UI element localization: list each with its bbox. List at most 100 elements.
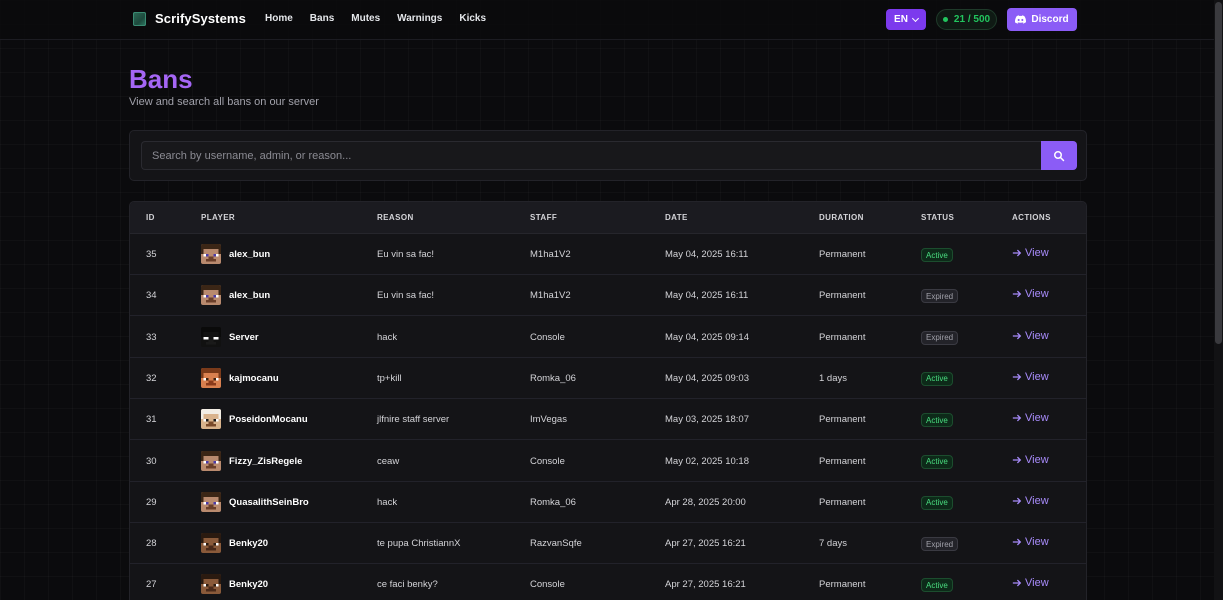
row-player[interactable]: alex_bun xyxy=(229,290,270,301)
status-badge: Active xyxy=(921,578,953,593)
view-link[interactable]: View xyxy=(1012,371,1049,383)
row-player[interactable]: PoseidonMocanu xyxy=(229,414,308,425)
arrow-right-icon xyxy=(1012,456,1022,463)
row-player[interactable]: Server xyxy=(229,332,259,343)
table-row: 27 Benky20 ce faci benky? Console Apr 27… xyxy=(130,564,1086,600)
row-reason: hack xyxy=(377,496,398,508)
player-avatar xyxy=(201,409,221,430)
player-avatar xyxy=(201,491,221,512)
view-link[interactable]: View xyxy=(1012,536,1049,548)
arrow-right-icon xyxy=(1012,290,1022,298)
page-subtitle: View and search all bans on our server xyxy=(129,96,319,108)
chevron-down-icon xyxy=(911,14,919,22)
player-avatar xyxy=(201,285,221,306)
brand[interactable]: ScrifySystems xyxy=(133,11,246,26)
nav-link-home[interactable]: Home xyxy=(265,13,293,24)
row-staff: M1ha1V2 xyxy=(530,249,571,260)
top-navbar: ScrifySystems Home Bans Mutes Warnings K… xyxy=(0,0,1214,40)
view-link[interactable]: View xyxy=(1012,412,1049,424)
row-player[interactable]: kajmocanu xyxy=(229,373,279,384)
row-date: May 04, 2025 09:03 xyxy=(665,372,749,384)
row-duration: Permanent xyxy=(819,496,866,508)
discord-label: Discord xyxy=(1031,14,1069,25)
table-row: 29 QuasalithSeinBro hack Romka_06 Apr 28… xyxy=(130,482,1086,523)
status-badge: Expired xyxy=(921,537,959,552)
header-actions: ACTIONS xyxy=(1012,213,1051,222)
row-reason: tp+kill xyxy=(377,372,402,384)
table-row: 34 alex_bun Eu vin sa fac! M1ha1V2 May 0… xyxy=(130,275,1086,317)
player-avatar xyxy=(201,574,221,595)
header-reason: REASON xyxy=(377,213,414,222)
view-link[interactable]: View xyxy=(1012,495,1049,507)
row-date: May 03, 2025 18:07 xyxy=(665,414,749,426)
row-reason: Eu vin sa fac! xyxy=(377,249,435,260)
search-icon xyxy=(1054,150,1065,161)
arrow-right-icon xyxy=(1012,414,1022,422)
row-date: May 02, 2025 10:18 xyxy=(665,455,749,467)
row-player[interactable]: QuasalithSeinBro xyxy=(229,497,309,508)
nav-link-kicks[interactable]: Kicks xyxy=(459,13,486,24)
row-player[interactable]: Benky20 xyxy=(229,538,268,549)
row-date: Apr 27, 2025 16:21 xyxy=(665,538,746,550)
player-avatar xyxy=(201,533,221,554)
row-id: 28 xyxy=(146,538,157,550)
scrollbar-thumb[interactable] xyxy=(1215,2,1222,344)
nav-link-bans[interactable]: Bans xyxy=(310,13,334,24)
row-id: 33 xyxy=(146,331,157,343)
scrollbar[interactable] xyxy=(1214,0,1223,600)
view-link[interactable]: View xyxy=(1012,454,1049,466)
brand-name: ScrifySystems xyxy=(155,11,246,26)
search-button[interactable] xyxy=(1041,141,1077,170)
table-row: 31 PoseidonMocanu jlfnire staff server I xyxy=(130,399,1086,441)
row-reason: ce faci benky? xyxy=(377,579,438,591)
row-duration: Permanent xyxy=(819,579,866,591)
status-badge: Active xyxy=(921,495,953,510)
view-label: View xyxy=(1025,536,1049,549)
row-reason: Eu vin sa fac! xyxy=(377,290,435,302)
row-id: 35 xyxy=(146,249,157,260)
table-row: 32 kajmocanu tp+kill Romka_06 May 04, 20… xyxy=(130,358,1086,399)
status-badge: Active xyxy=(921,371,953,386)
players-online-count: 21 / 500 xyxy=(953,14,991,25)
header-duration: DURATION xyxy=(819,213,864,222)
row-date: Apr 27, 2025 16:21 xyxy=(665,579,746,591)
row-id: 30 xyxy=(146,455,157,467)
row-reason: hack xyxy=(377,331,398,343)
bans-table: ID PLAYER REASON STAFF DATE DURATION STA… xyxy=(129,201,1087,600)
header-player: PLAYER xyxy=(201,213,236,222)
row-duration: 7 days xyxy=(819,538,847,550)
row-date: Apr 28, 2025 20:00 xyxy=(665,496,746,508)
row-player[interactable]: alex_bun xyxy=(229,249,270,260)
row-id: 32 xyxy=(146,372,157,384)
discord-button[interactable]: Discord xyxy=(1007,8,1077,31)
row-duration: Permanent xyxy=(819,290,866,302)
row-staff: Console xyxy=(530,579,565,591)
search-card xyxy=(129,130,1087,181)
player-avatar xyxy=(201,244,221,264)
row-player[interactable]: Benky20 xyxy=(229,579,268,590)
view-link[interactable]: View xyxy=(1012,247,1049,259)
row-staff: Console xyxy=(530,455,565,467)
arrow-right-icon xyxy=(1012,249,1022,257)
view-link[interactable]: View xyxy=(1012,330,1049,342)
language-label: EN xyxy=(894,14,908,25)
view-link[interactable]: View xyxy=(1012,288,1049,300)
arrow-right-icon xyxy=(1012,497,1022,505)
row-id: 29 xyxy=(146,496,157,508)
view-label: View xyxy=(1025,412,1049,425)
row-reason: te pupa ChristiannX xyxy=(377,538,461,550)
row-player[interactable]: Fizzy_ZisRegele xyxy=(229,456,302,467)
row-id: 34 xyxy=(146,290,157,302)
view-link[interactable]: View xyxy=(1012,577,1049,589)
nav-link-mutes[interactable]: Mutes xyxy=(351,13,380,24)
row-staff: Console xyxy=(530,331,565,343)
header-staff: STAFF xyxy=(530,213,558,222)
discord-icon xyxy=(1015,15,1027,24)
table-row: 30 Fizzy_ZisRegele ceaw Console May 02, … xyxy=(130,441,1086,482)
row-id: 31 xyxy=(146,414,157,426)
search-input[interactable] xyxy=(141,141,1042,170)
row-duration: Permanent xyxy=(819,414,866,426)
nav-link-warnings[interactable]: Warnings xyxy=(397,13,442,24)
language-select[interactable]: EN xyxy=(886,9,926,30)
arrow-right-icon xyxy=(1012,332,1022,339)
